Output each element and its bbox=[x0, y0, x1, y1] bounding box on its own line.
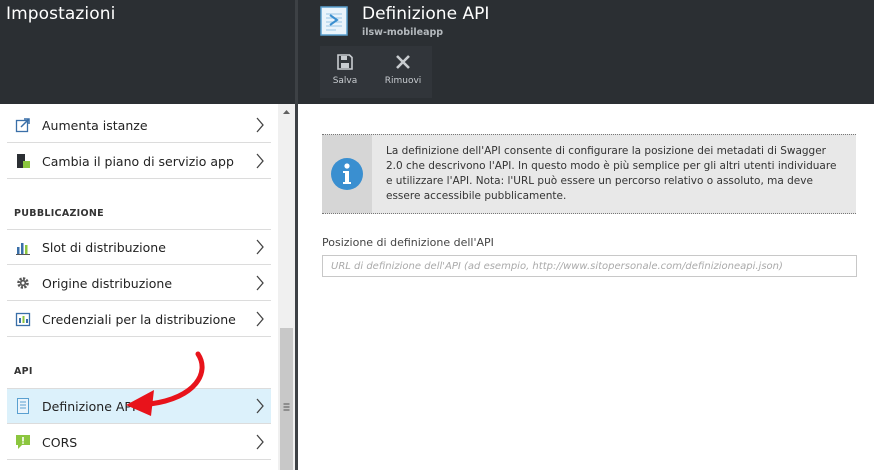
save-icon bbox=[337, 54, 353, 70]
scroll-up-arrow-icon[interactable] bbox=[278, 104, 295, 121]
grip-icon bbox=[283, 403, 290, 411]
menu-item-cors[interactable]: CORS bbox=[7, 425, 271, 460]
save-button-label: Salva bbox=[332, 76, 358, 86]
chevron-right-icon bbox=[256, 434, 264, 450]
scrollbar-thumb[interactable] bbox=[280, 328, 293, 470]
chevron-right-icon bbox=[256, 153, 264, 169]
menu-item-label: Cambia il piano di servizio app bbox=[42, 154, 234, 169]
command-bar: Salva Rimuovi bbox=[320, 46, 432, 98]
gear-icon bbox=[17, 277, 29, 289]
info-icon-cell bbox=[322, 135, 372, 213]
close-icon bbox=[396, 55, 410, 69]
chevron-right-icon bbox=[256, 311, 264, 327]
scale-up-icon bbox=[15, 118, 30, 133]
api-definition-header: Definizione API ilsw-mobileapp Salva Rim… bbox=[298, 0, 874, 104]
menu-item-deployment-source[interactable]: Origine distribuzione bbox=[7, 266, 271, 301]
save-button[interactable]: Salva bbox=[320, 46, 370, 98]
settings-title: Impostazioni bbox=[6, 4, 116, 24]
settings-blade: Impostazioni Aumenta istanze Cambia il p… bbox=[0, 0, 295, 470]
deployment-slots-icon bbox=[16, 243, 30, 255]
menu-item-scale-up[interactable]: Aumenta istanze bbox=[7, 108, 271, 143]
section-header-publishing: PUBBLICAZIONE bbox=[14, 208, 104, 219]
api-definition-location-label: Posizione di definizione dell'API bbox=[322, 236, 494, 249]
api-definition-content: La definizione dell'API consente di conf… bbox=[298, 104, 874, 470]
blade-subtitle: ilsw-mobileapp bbox=[362, 27, 444, 38]
section-header-api: API bbox=[14, 366, 33, 377]
menu-item-label: CORS bbox=[42, 435, 78, 450]
api-definition-icon bbox=[17, 398, 29, 414]
menu-item-label: Origine distribuzione bbox=[42, 276, 173, 291]
settings-header: Impostazioni bbox=[0, 0, 295, 104]
menu-item-service-plan[interactable]: Cambia il piano di servizio app bbox=[7, 144, 271, 179]
info-text: La definizione dell'API consente di conf… bbox=[386, 145, 837, 202]
chevron-right-icon bbox=[256, 275, 264, 291]
chevron-right-icon bbox=[256, 239, 264, 255]
cors-icon bbox=[16, 435, 30, 449]
api-definition-icon bbox=[320, 6, 348, 36]
remove-button-label: Rimuovi bbox=[384, 76, 422, 86]
menu-item-deployment-slots[interactable]: Slot di distribuzione bbox=[7, 230, 271, 265]
remove-button[interactable]: Rimuovi bbox=[378, 46, 428, 98]
menu-item-label: Aumenta istanze bbox=[42, 118, 148, 133]
credentials-icon bbox=[15, 312, 31, 327]
menu-item-label: Slot di distribuzione bbox=[42, 240, 166, 255]
settings-menu: Aumenta istanze Cambia il piano di servi… bbox=[0, 104, 278, 470]
settings-scrollbar[interactable] bbox=[278, 104, 295, 470]
chevron-right-icon bbox=[256, 398, 264, 414]
menu-item-deployment-credentials[interactable]: Credenziali per la distribuzione bbox=[7, 302, 271, 337]
info-icon bbox=[331, 158, 363, 190]
chevron-right-icon bbox=[256, 117, 264, 133]
info-message: La definizione dell'API consente di conf… bbox=[322, 134, 856, 214]
menu-item-label: Credenziali per la distribuzione bbox=[42, 312, 236, 327]
service-plan-icon bbox=[17, 154, 30, 168]
blade-title: Definizione API bbox=[362, 4, 490, 24]
menu-item-label: Definizione API bbox=[42, 399, 136, 414]
menu-item-api-definition[interactable]: Definizione API bbox=[7, 389, 271, 424]
api-definition-url-input[interactable] bbox=[322, 255, 857, 277]
